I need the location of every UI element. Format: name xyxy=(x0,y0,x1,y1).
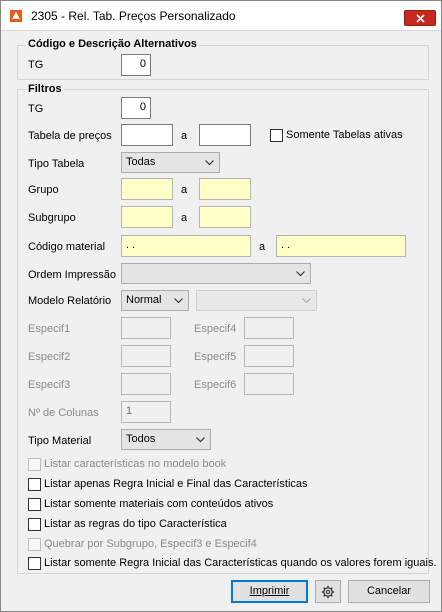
especif2-input xyxy=(121,345,171,367)
somente-ativas-label: Somente Tabelas ativas xyxy=(286,129,403,141)
tabela-to-input[interactable] xyxy=(199,124,251,146)
settings-button[interactable] xyxy=(315,580,341,603)
ordem-impressao-select[interactable] xyxy=(121,263,311,284)
regra-inicial-final-checkbox[interactable] xyxy=(28,478,41,491)
especif5-label: Especif5 xyxy=(194,351,237,363)
title-bar: 2305 - Rel. Tab. Preços Personalizado xyxy=(1,1,441,31)
regra-inicial-iguais-checkbox[interactable] xyxy=(28,557,41,570)
tabela-precos-label: Tabela de preços xyxy=(28,130,112,142)
colunas-input: 1 xyxy=(121,401,171,423)
close-button[interactable] xyxy=(404,10,436,26)
tipo-tabela-label: Tipo Tabela xyxy=(28,158,85,170)
modelo-relatorio-select[interactable]: Normal xyxy=(121,290,189,311)
codigo-material-label: Código material xyxy=(28,241,106,253)
alt-code-group xyxy=(17,45,429,80)
especif4-label: Especif4 xyxy=(194,323,237,335)
especif3-input xyxy=(121,373,171,395)
window-title: 2305 - Rel. Tab. Preços Personalizado xyxy=(31,9,236,23)
especif3-label: Especif3 xyxy=(28,379,71,391)
tipo-material-label: Tipo Material xyxy=(28,435,92,447)
book-model-checkbox xyxy=(28,458,41,471)
codigo-a-label: a xyxy=(259,241,266,253)
regra-inicial-final-label: Listar apenas Regra Inicial e Final das … xyxy=(44,478,308,490)
alt-tg-label: TG xyxy=(28,59,44,71)
imprimir-label: Imprimir xyxy=(249,585,290,597)
tg-label: TG xyxy=(28,103,44,115)
tabela-from-input[interactable] xyxy=(121,124,173,146)
conteudos-ativos-checkbox[interactable] xyxy=(28,498,41,511)
codigo-to-input[interactable]: . . xyxy=(276,235,406,257)
especif2-label: Especif2 xyxy=(28,351,71,363)
modelo-relatorio-label: Modelo Relatório xyxy=(28,295,112,307)
especif1-input xyxy=(121,317,171,339)
chevron-down-icon xyxy=(296,271,305,277)
tipo-tabela-select[interactable]: Todas xyxy=(121,152,220,173)
cancelar-button[interactable]: Cancelar xyxy=(348,580,430,603)
modelo-extra-select xyxy=(196,290,317,311)
modelo-relatorio-value: Normal xyxy=(126,294,162,306)
subgrupo-label: Subgrupo xyxy=(28,212,76,224)
quebrar-subgrupo-label: Quebrar por Subgrupo, Especif3 e Especif… xyxy=(44,538,257,550)
especif6-label: Especif6 xyxy=(194,379,237,391)
imprimir-button[interactable]: Imprimir xyxy=(231,580,308,603)
close-icon xyxy=(416,14,425,23)
conteudos-ativos-label: Listar somente materiais com conteúdos a… xyxy=(44,498,274,510)
app-icon xyxy=(10,10,22,22)
grupo-from-input[interactable] xyxy=(121,178,173,200)
filters-group-title: Filtros xyxy=(26,83,64,95)
grupo-a-label: a xyxy=(181,184,188,196)
tabela-a-label: a xyxy=(181,130,188,142)
subgrupo-to-input[interactable] xyxy=(199,206,251,228)
alt-tg-input[interactable]: 0 xyxy=(121,54,151,76)
gear-icon xyxy=(321,585,335,599)
subgrupo-from-input[interactable] xyxy=(121,206,173,228)
especif5-input xyxy=(244,345,294,367)
especif1-label: Especif1 xyxy=(28,323,71,335)
colunas-label: Nº de Colunas xyxy=(28,407,99,419)
tipo-tabela-value: Todas xyxy=(126,156,156,168)
chevron-down-icon xyxy=(174,298,183,304)
grupo-label: Grupo xyxy=(28,184,59,196)
tipo-material-select[interactable]: Todos xyxy=(121,429,211,450)
chevron-down-icon xyxy=(302,298,311,304)
quebrar-subgrupo-checkbox xyxy=(28,538,41,551)
regras-caracteristica-checkbox[interactable] xyxy=(28,518,41,531)
subgrupo-a-label: a xyxy=(181,212,188,224)
cancelar-label: Cancelar xyxy=(366,585,412,597)
chevron-down-icon xyxy=(205,160,214,166)
somente-ativas-checkbox[interactable] xyxy=(270,129,283,142)
ordem-impressao-label: Ordem Impressão xyxy=(28,269,117,281)
regra-inicial-iguais-label: Listar somente Regra Inicial das Caracte… xyxy=(44,557,437,569)
book-model-label: Listar características no modelo book xyxy=(44,458,227,470)
alt-code-group-title: Código e Descrição Alternativos xyxy=(26,38,199,50)
grupo-to-input[interactable] xyxy=(199,178,251,200)
codigo-from-input[interactable]: . . xyxy=(121,235,251,257)
report-window: 2305 - Rel. Tab. Preços Personalizado Có… xyxy=(0,0,442,612)
regras-caracteristica-label: Listar as regras do tipo Característica xyxy=(44,518,227,530)
tg-input[interactable]: 0 xyxy=(121,97,151,119)
tipo-material-value: Todos xyxy=(126,433,156,445)
especif4-input xyxy=(244,317,294,339)
chevron-down-icon xyxy=(196,437,205,443)
especif6-input xyxy=(244,373,294,395)
